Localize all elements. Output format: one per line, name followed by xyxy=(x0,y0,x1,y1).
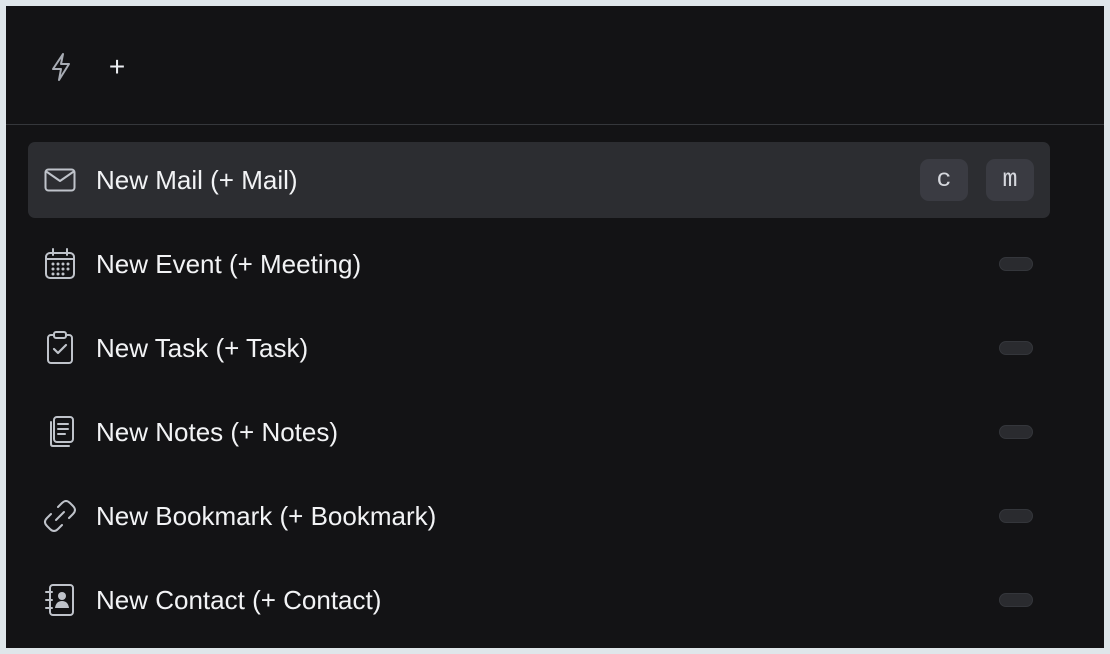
command-new-mail[interactable]: New Mail (+ Mail) c m xyxy=(28,142,1050,218)
command-list: New Mail (+ Mail) c m New Event (+ Meeti… xyxy=(28,142,1050,646)
link-icon xyxy=(42,498,78,534)
empty-shortcut-placeholder xyxy=(999,593,1033,607)
command-label: New Contact (+ Contact) xyxy=(96,585,382,615)
clipboard-check-icon xyxy=(42,330,78,366)
calendar-icon xyxy=(42,246,78,282)
contact-book-icon xyxy=(42,582,78,618)
notes-icon xyxy=(42,414,78,450)
command-label: New Task (+ Task) xyxy=(96,333,309,363)
command-label: New Bookmark (+ Bookmark) xyxy=(96,501,437,531)
command-palette: + New Mail (+ Mail) c m New Event (+ Mee… xyxy=(6,6,1104,648)
shortcut-key-m: m xyxy=(986,159,1034,201)
add-icon[interactable]: + xyxy=(102,50,132,84)
mail-icon xyxy=(42,162,78,198)
command-label: New Mail (+ Mail) xyxy=(96,165,298,195)
command-new-bookmark[interactable]: New Bookmark (+ Bookmark) xyxy=(28,478,1050,554)
bolt-icon[interactable] xyxy=(46,50,76,84)
command-new-notes[interactable]: New Notes (+ Notes) xyxy=(28,394,1050,470)
command-new-task[interactable]: New Task (+ Task) xyxy=(28,310,1050,386)
empty-shortcut-placeholder xyxy=(999,509,1033,523)
keyboard-shortcut: c m xyxy=(920,159,1034,201)
command-new-event[interactable]: New Event (+ Meeting) xyxy=(28,226,1050,302)
command-label: New Notes (+ Notes) xyxy=(96,417,339,447)
command-label: New Event (+ Meeting) xyxy=(96,249,362,279)
empty-shortcut-placeholder xyxy=(999,257,1033,271)
shortcut-key-c: c xyxy=(920,159,968,201)
empty-shortcut-placeholder xyxy=(999,341,1033,355)
palette-header: + xyxy=(6,6,1104,125)
empty-shortcut-placeholder xyxy=(999,425,1033,439)
command-new-contact[interactable]: New Contact (+ Contact) xyxy=(28,562,1050,638)
